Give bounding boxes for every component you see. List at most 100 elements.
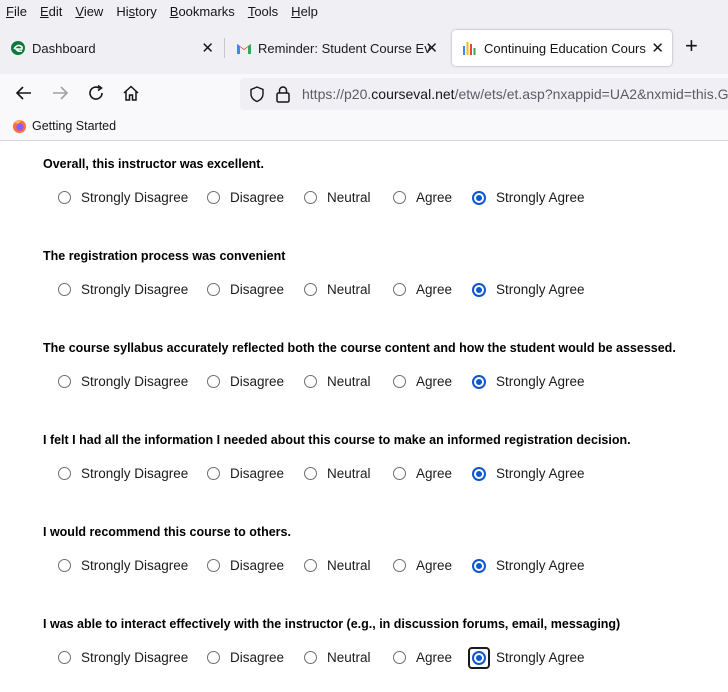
home-button[interactable] [120,82,142,104]
option-neutral[interactable]: Neutral [304,374,371,389]
radio-unchecked[interactable] [58,467,71,480]
radio-unchecked[interactable] [304,283,317,296]
radio-unchecked[interactable] [393,467,406,480]
menu-help[interactable]: Help [288,4,321,19]
url-text: https://p20.courseval.net/etw/ets/et.asp… [302,86,728,102]
lock-icon[interactable] [275,85,291,103]
radio-unchecked[interactable] [304,375,317,388]
option-strongly-agree[interactable]: Strongly Agree [472,282,585,297]
radio-unchecked[interactable] [207,375,220,388]
option-agree[interactable]: Agree [393,558,452,573]
option-strongly-disagree[interactable]: Strongly Disagree [58,374,188,389]
radio-checked[interactable] [472,558,486,573]
radio-unchecked[interactable] [207,559,220,572]
survey-question: I was able to interact effectively with … [43,617,723,670]
option-disagree[interactable]: Disagree [207,558,284,573]
radio-unchecked[interactable] [304,467,317,480]
firefox-icon [12,119,27,133]
option-agree[interactable]: Agree [393,650,452,665]
option-strongly-agree[interactable]: Strongly Agree [472,558,585,573]
url-bar[interactable]: https://p20.courseval.net/etw/ets/et.asp… [240,78,728,110]
option-agree[interactable]: Agree [393,190,452,205]
bar-chart-favicon-icon [463,42,476,55]
tab-title: Dashboard [32,40,96,56]
option-neutral[interactable]: Neutral [304,466,371,481]
option-strongly-disagree[interactable]: Strongly Disagree [58,466,188,481]
radio-group: Strongly Disagree Disagree Neutral Agree Str… [43,374,723,394]
option-neutral[interactable]: Neutral [304,558,371,573]
new-tab-button[interactable]: + [685,35,698,57]
menu-edit[interactable]: Edit [37,4,65,19]
radio-unchecked[interactable] [393,559,406,572]
option-neutral[interactable]: Neutral [304,282,371,297]
option-neutral[interactable]: Neutral [304,190,371,205]
radio-unchecked[interactable] [58,283,71,296]
shield-icon[interactable] [248,85,266,103]
option-label: Strongly Agree [496,558,585,573]
option-strongly-agree[interactable]: Strongly Agree [472,466,585,481]
radio-unchecked[interactable] [58,651,71,664]
close-tab-icon[interactable]: ✕ [201,39,214,57]
option-disagree[interactable]: Disagree [207,650,284,665]
option-disagree[interactable]: Disagree [207,466,284,481]
option-strongly-agree[interactable]: Strongly Agree [468,646,585,669]
radio-unchecked[interactable] [393,375,406,388]
option-label: Disagree [230,466,285,481]
radio-unchecked[interactable] [393,651,406,664]
focus-ring [468,646,490,669]
question-text: The course syllabus accurately reflected… [43,341,676,355]
tab-title: Reminder: Student Course Evalu [258,40,430,56]
reload-button[interactable] [85,82,107,104]
option-agree[interactable]: Agree [393,282,452,297]
radio-checked[interactable] [472,190,486,205]
radio-checked[interactable] [468,646,490,669]
option-disagree[interactable]: Disagree [207,374,284,389]
close-tab-icon[interactable]: ✕ [651,39,664,57]
radio-unchecked[interactable] [58,191,71,204]
back-button[interactable] [13,82,35,104]
option-disagree[interactable]: Disagree [207,190,284,205]
radio-unchecked[interactable] [207,467,220,480]
option-neutral[interactable]: Neutral [304,650,371,665]
close-tab-icon[interactable]: ✕ [425,39,438,57]
option-disagree[interactable]: Disagree [207,282,284,297]
radio-checked[interactable] [472,282,486,297]
radio-unchecked[interactable] [207,651,220,664]
url-path: /etw/ets/et.asp?nxappid=UA2&nxmid=this.G [454,86,728,102]
menu-file[interactable]: File [3,4,30,19]
radio-checked[interactable] [472,466,486,481]
survey-question: Overall, this instructor was excellent. S… [43,157,723,210]
bookmark-getting-started[interactable]: Getting Started [12,119,116,134]
radio-checked[interactable] [472,374,486,389]
option-strongly-agree[interactable]: Strongly Agree [472,190,585,205]
option-label: Agree [416,190,453,205]
radio-unchecked[interactable] [393,191,406,204]
tab-gmail-reminder[interactable]: Reminder: Student Course Evalu ✕ [226,30,446,66]
radio-unchecked[interactable] [58,559,71,572]
option-strongly-disagree[interactable]: Strongly Disagree [58,650,188,665]
radio-unchecked[interactable] [304,559,317,572]
tab-dashboard[interactable]: Dashboard ✕ [0,30,222,66]
option-label: Strongly Agree [496,650,585,665]
option-label: Disagree [230,374,285,389]
option-strongly-disagree[interactable]: Strongly Disagree [58,558,188,573]
option-agree[interactable]: Agree [393,374,452,389]
menu-view[interactable]: View [72,4,106,19]
forward-button[interactable] [49,82,71,104]
option-strongly-agree[interactable]: Strongly Agree [472,374,585,389]
menu-tools[interactable]: Tools [245,4,281,19]
radio-unchecked[interactable] [58,375,71,388]
menu-history[interactable]: History [113,4,159,19]
option-strongly-disagree[interactable]: Strongly Disagree [58,190,188,205]
option-label: Agree [416,466,453,481]
radio-unchecked[interactable] [304,191,317,204]
option-strongly-disagree[interactable]: Strongly Disagree [58,282,188,297]
radio-unchecked[interactable] [304,651,317,664]
menu-bookmarks[interactable]: Bookmarks [167,4,238,19]
radio-unchecked[interactable] [207,191,220,204]
option-agree[interactable]: Agree [393,466,452,481]
radio-unchecked[interactable] [207,283,220,296]
tab-continuing-education[interactable]: Continuing Education Course E ✕ [452,30,672,66]
radio-unchecked[interactable] [393,283,406,296]
option-label: Disagree [230,282,285,297]
